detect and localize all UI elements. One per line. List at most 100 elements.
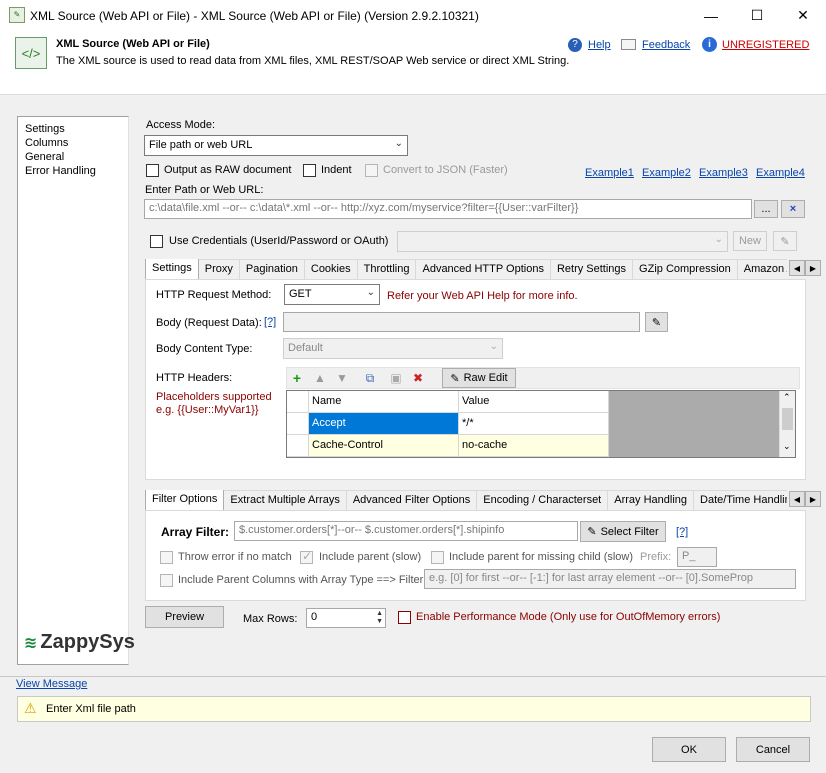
parent-filter-input[interactable]: e.g. [0] for first --or-- [-1:] for last… [424,569,796,589]
tab-datetime-handling[interactable]: Date/Time Handlin [694,490,787,510]
sidebar-item-error-handling[interactable]: Error Handling [25,165,96,177]
credentials-select[interactable]: ⌄ [397,231,728,252]
minimize-button[interactable]: — [688,0,734,31]
row-selector[interactable] [287,413,309,435]
tab-gzip-compression[interactable]: GZip Compression [633,259,738,279]
include-parent-columns-checkbox[interactable] [160,574,173,587]
feedback-icon[interactable] [621,39,636,50]
tab-scroll-left-icon[interactable]: ◀ [789,260,805,276]
max-rows-label: Max Rows: [243,613,298,625]
header-value-cell[interactable]: no-cache [459,435,609,457]
http-method-label: HTTP Request Method: [156,289,272,301]
body-input[interactable] [283,312,640,332]
example4-link[interactable]: Example4 [756,167,805,179]
grid-header-value[interactable]: Value [459,391,609,413]
example1-link[interactable]: Example1 [585,167,634,179]
spinner-icon[interactable]: ▲ ▼ [376,610,383,626]
example2-link[interactable]: Example2 [642,167,691,179]
wifi-logo-icon: ≋ [24,634,38,652]
tab-pagination[interactable]: Pagination [239,259,305,279]
prefix-label: Prefix: [640,551,672,563]
clear-path-icon[interactable]: × [781,200,805,218]
filter-help-link[interactable]: [?] [676,526,688,538]
scroll-thumb[interactable] [782,408,793,430]
feedback-link[interactable]: Feedback [642,39,690,51]
body-help-link[interactable]: [?] [264,316,276,328]
tab-array-handling[interactable]: Array Handling [608,490,695,510]
browse-button[interactable]: ... [754,200,778,218]
tab-throttling[interactable]: Throttling [357,259,417,279]
ok-button[interactable]: OK [652,737,726,762]
delete-header-icon[interactable]: ✖ [408,368,428,388]
include-parent-label: Include parent (slow) [319,551,422,563]
move-down-icon[interactable]: ▼ [332,368,352,388]
paste-icon[interactable]: ▣ [386,368,406,388]
tab-retry-settings[interactable]: Retry Settings [550,259,634,279]
access-mode-value: File path or web URL [149,139,253,151]
chevron-down-icon[interactable]: ⌄ [783,441,791,452]
tab-proxy[interactable]: Proxy [198,259,240,279]
maximize-button[interactable]: ☐ [734,0,780,31]
chevron-up-icon[interactable]: ⌃ [783,392,791,403]
tab-cookies[interactable]: Cookies [304,259,358,279]
view-message-link[interactable]: View Message [16,678,87,690]
tab-settings[interactable]: Settings [145,259,199,280]
http-method-select[interactable]: GET ⌄ [284,284,380,305]
filter-options-panel: Array Filter: $.customer.orders[*]--or--… [145,510,806,601]
header-name-cell[interactable]: Accept [309,413,459,435]
tab-advanced-http-options[interactable]: Advanced HTTP Options [416,259,551,279]
sidebar-item-settings[interactable]: Settings [25,123,65,135]
preview-button[interactable]: Preview [145,606,224,628]
indent-checkbox[interactable] [303,164,316,177]
tab-filter-options[interactable]: Filter Options [145,490,225,511]
output-raw-checkbox[interactable] [146,164,159,177]
use-credentials-checkbox[interactable] [150,235,163,248]
raw-edit-button[interactable]: ✎ Raw Edit [442,368,516,388]
grid-header-name[interactable]: Name [309,391,459,413]
tab-encoding[interactable]: Encoding / Characterset [477,490,609,510]
use-credentials-label: Use Credentials (UserId/Password or OAut… [169,235,389,247]
placeholders-line2: e.g. {{User::MyVar1}} [156,404,259,416]
select-filter-button[interactable]: ✎ Select Filter [580,521,666,542]
tab-amazon[interactable]: Amazon A [737,259,787,279]
content-type-select[interactable]: Default ⌄ [283,338,503,359]
header-value-cell[interactable]: */* [459,413,609,435]
access-mode-select[interactable]: File path or web URL ⌄ [144,135,408,156]
perf-mode-checkbox[interactable] [398,611,411,624]
help-link[interactable]: Help [588,39,611,51]
tab-scroll-right-icon[interactable]: ▶ [805,260,821,276]
tab-advanced-filter-options[interactable]: Advanced Filter Options [346,490,478,510]
copy-icon[interactable]: ⧉ [360,368,380,388]
filter-tab-scroll-right-icon[interactable]: ▶ [805,491,821,507]
array-filter-input[interactable]: $.customer.orders[*]--or-- $.customer.or… [234,521,578,541]
move-up-icon[interactable]: ▲ [310,368,330,388]
add-header-icon[interactable]: + [287,368,307,388]
content-type-label: Body Content Type: [156,343,253,355]
body-edit-icon[interactable]: ✎ [645,312,668,332]
http-help-text: Refer your Web API Help for more info. [387,290,578,302]
prefix-input[interactable]: P_ [677,547,717,567]
cancel-button[interactable]: Cancel [736,737,810,762]
title-bar: ✎ XML Source (Web API or File) - XML Sou… [0,0,826,31]
include-parent-missing-checkbox[interactable] [431,551,444,564]
path-input[interactable]: c:\data\file.xml --or-- c:\data\*.xml --… [144,199,752,219]
edit-credential-icon[interactable]: ✎ [773,231,797,251]
header-name-cell[interactable]: Cache-Control [309,435,459,457]
help-icon[interactable]: ? [568,38,582,52]
sidebar-item-columns[interactable]: Columns [25,137,68,149]
example3-link[interactable]: Example3 [699,167,748,179]
divider [0,676,826,677]
tab-extract-multiple-arrays[interactable]: Extract Multiple Arrays [224,490,347,510]
include-parent-checkbox[interactable] [300,549,313,564]
close-button[interactable]: ✕ [780,0,826,31]
unregistered-link[interactable]: UNREGISTERED [722,39,809,51]
include-parent-columns-label: Include Parent Columns with Array Type =… [178,574,430,586]
max-rows-input[interactable]: 0 ▲ ▼ [306,608,386,628]
row-selector[interactable] [287,435,309,457]
grid-scrollbar[interactable]: ⌃ ⌄ [779,391,795,457]
sidebar-item-general[interactable]: General [25,151,64,163]
convert-json-checkbox[interactable] [365,164,378,177]
filter-tab-scroll-left-icon[interactable]: ◀ [789,491,805,507]
new-credential-button[interactable]: New [733,231,767,251]
throw-error-checkbox[interactable] [160,551,173,564]
